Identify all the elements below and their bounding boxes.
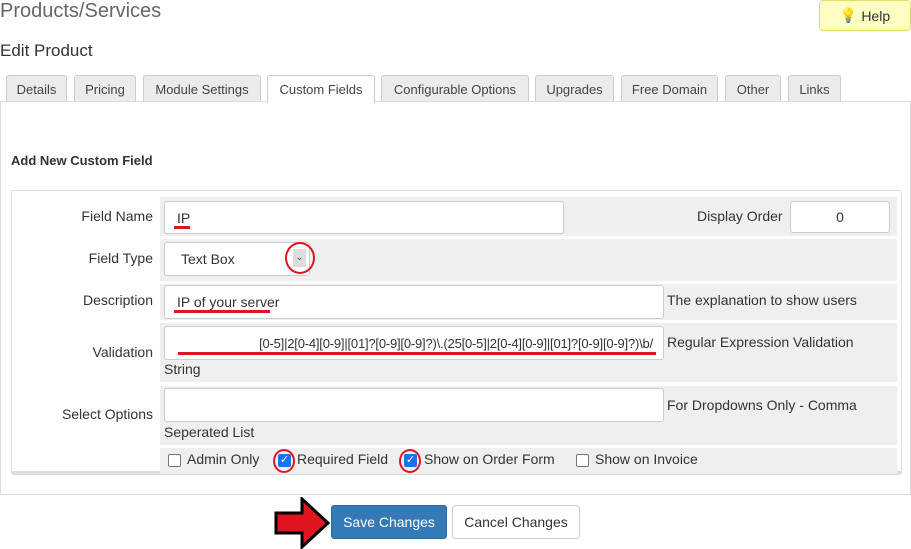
page-title: Products/Services [0, 0, 162, 22]
select-options-note: For Dropdowns Only - Comma [667, 397, 857, 413]
field-type-value: Text Box [181, 251, 235, 267]
required-field-label: Required Field [297, 451, 389, 467]
annotation-circle [285, 242, 315, 274]
lightbulb-icon: 💡 [839, 7, 858, 23]
tab-configurable-options[interactable]: Configurable Options [381, 75, 529, 102]
help-button[interactable]: 💡 Help [819, 0, 911, 31]
tab-upgrades[interactable]: Upgrades [535, 75, 614, 102]
show-on-order-form-label: Show on Order Form [424, 451, 555, 467]
display-order-input[interactable]: 0 [790, 201, 890, 233]
tab-pricing[interactable]: Pricing [74, 75, 136, 102]
validation-note-cont: String [164, 361, 201, 377]
tab-custom-fields[interactable]: Custom Fields [267, 75, 375, 103]
annotation-underline [174, 226, 190, 229]
annotation-underline [174, 310, 270, 313]
show-on-invoice-checkbox[interactable] [576, 454, 589, 467]
annotation-arrow-icon [274, 497, 331, 549]
field-type-label: Field Type [88, 250, 153, 266]
tab-free-domain[interactable]: Free Domain [621, 75, 718, 102]
validation-note: Regular Expression Validation [667, 334, 854, 350]
annotation-circle [399, 449, 421, 473]
admin-only-label: Admin Only [187, 451, 260, 467]
annotation-circle [273, 449, 295, 473]
admin-only-checkbox[interactable] [168, 454, 181, 467]
validation-label: Validation [92, 344, 153, 360]
save-changes-button[interactable]: Save Changes [331, 505, 447, 539]
tab-details[interactable]: Details [6, 75, 67, 102]
show-on-invoice-label: Show on Invoice [595, 451, 698, 467]
field-name-input[interactable]: IP [164, 201, 564, 234]
page-subtitle: Edit Product [0, 41, 93, 60]
description-label: Description [82, 292, 153, 308]
tab-other[interactable]: Other [725, 75, 781, 102]
select-options-input[interactable] [164, 388, 664, 422]
tab-module-settings[interactable]: Module Settings [143, 75, 261, 102]
annotation-underline [178, 352, 656, 355]
display-order-label: Display Order [697, 208, 783, 224]
select-options-note-cont: Seperated List [164, 424, 255, 440]
section-heading: Add New Custom Field [11, 153, 153, 168]
field-name-label: Field Name [81, 208, 153, 224]
help-label: Help [861, 7, 891, 24]
description-note: The explanation to show users [667, 292, 857, 308]
description-input[interactable]: IP of your server [164, 285, 664, 319]
tab-links[interactable]: Links [788, 75, 841, 102]
select-options-label: Select Options [61, 406, 153, 422]
cancel-changes-button[interactable]: Cancel Changes [452, 505, 580, 539]
